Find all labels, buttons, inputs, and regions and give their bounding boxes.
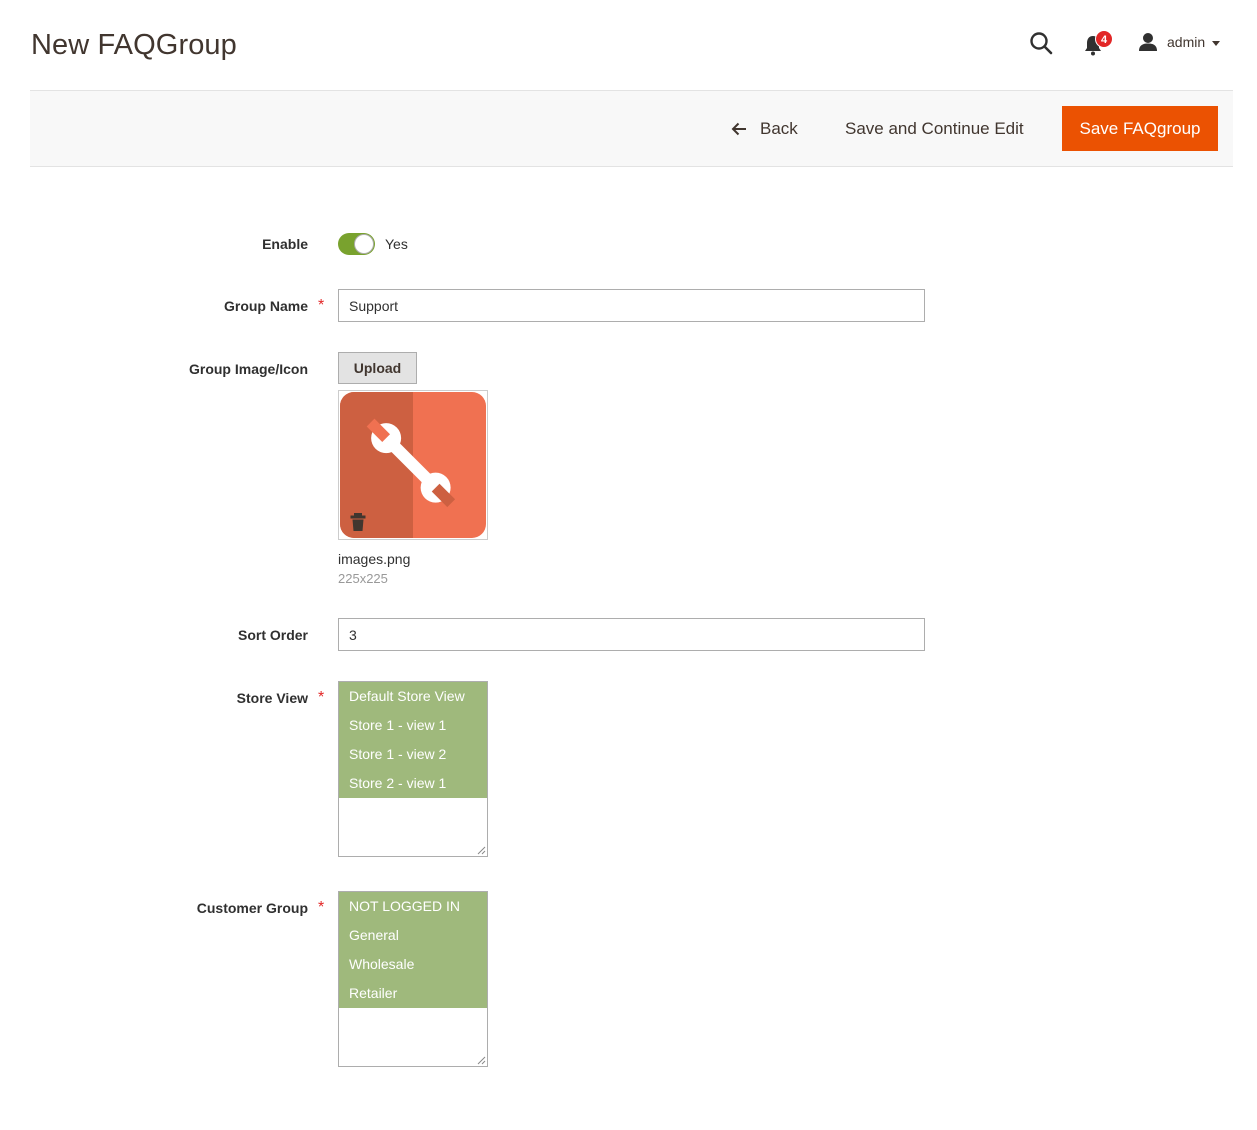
notifications-button[interactable]: 4	[1082, 30, 1113, 58]
toggle-knob	[354, 234, 374, 254]
save-and-continue-button[interactable]: Save and Continue Edit	[845, 107, 1024, 151]
notification-badge: 4	[1095, 30, 1113, 48]
sort-order-label: Sort Order	[237, 627, 308, 643]
store-view-option[interactable]: Store 1 - view 2	[339, 740, 487, 769]
back-label: Back	[760, 119, 798, 138]
enable-state-text: Yes	[385, 236, 408, 252]
save-faqgroup-button[interactable]: Save FAQgroup	[1062, 106, 1218, 151]
customer-group-label: Customer Group	[196, 900, 308, 916]
search-icon[interactable]	[1028, 30, 1054, 56]
store-view-option[interactable]: Store 1 - view 1	[339, 711, 487, 740]
back-button[interactable]: Back	[731, 107, 798, 151]
user-menu[interactable]: admin	[1138, 31, 1221, 53]
customer-group-option[interactable]: General	[339, 921, 487, 950]
group-name-input[interactable]	[338, 289, 925, 322]
store-view-multiselect[interactable]: Default Store View Store 1 - view 1 Stor…	[338, 681, 488, 857]
store-view-label: Store View	[236, 690, 308, 706]
required-marker: *	[318, 689, 325, 706]
required-marker: *	[318, 899, 325, 916]
group-image-label: Group Image/Icon	[188, 361, 308, 377]
required-marker: *	[318, 297, 325, 314]
sort-order-input[interactable]	[338, 618, 925, 651]
upload-button[interactable]: Upload	[338, 352, 417, 384]
user-icon	[1139, 33, 1157, 51]
page-title: New FAQGroup	[31, 29, 237, 61]
customer-group-option[interactable]: NOT LOGGED IN	[339, 892, 487, 921]
customer-group-option[interactable]: Wholesale	[339, 950, 487, 979]
trash-icon[interactable]	[349, 512, 367, 532]
enable-toggle[interactable]	[338, 233, 375, 255]
chevron-down-icon	[1212, 40, 1221, 46]
group-name-label: Group Name	[223, 298, 308, 314]
resize-grip-icon[interactable]	[477, 846, 486, 855]
resize-grip-icon[interactable]	[477, 1056, 486, 1065]
enable-label: Enable	[262, 236, 308, 252]
store-view-option[interactable]: Default Store View	[339, 682, 487, 711]
customer-group-multiselect[interactable]: NOT LOGGED IN General Wholesale Retailer	[338, 891, 488, 1067]
user-name: admin	[1167, 34, 1206, 50]
store-view-option[interactable]: Store 2 - view 1	[339, 769, 487, 798]
customer-group-option[interactable]: Retailer	[339, 979, 487, 1008]
page-actions-bar: Back Save and Continue Edit Save FAQgrou…	[30, 90, 1233, 167]
image-dimensions: 225x225	[338, 571, 388, 586]
image-file-name[interactable]: images.png	[338, 551, 410, 567]
arrow-left-icon	[731, 122, 746, 136]
